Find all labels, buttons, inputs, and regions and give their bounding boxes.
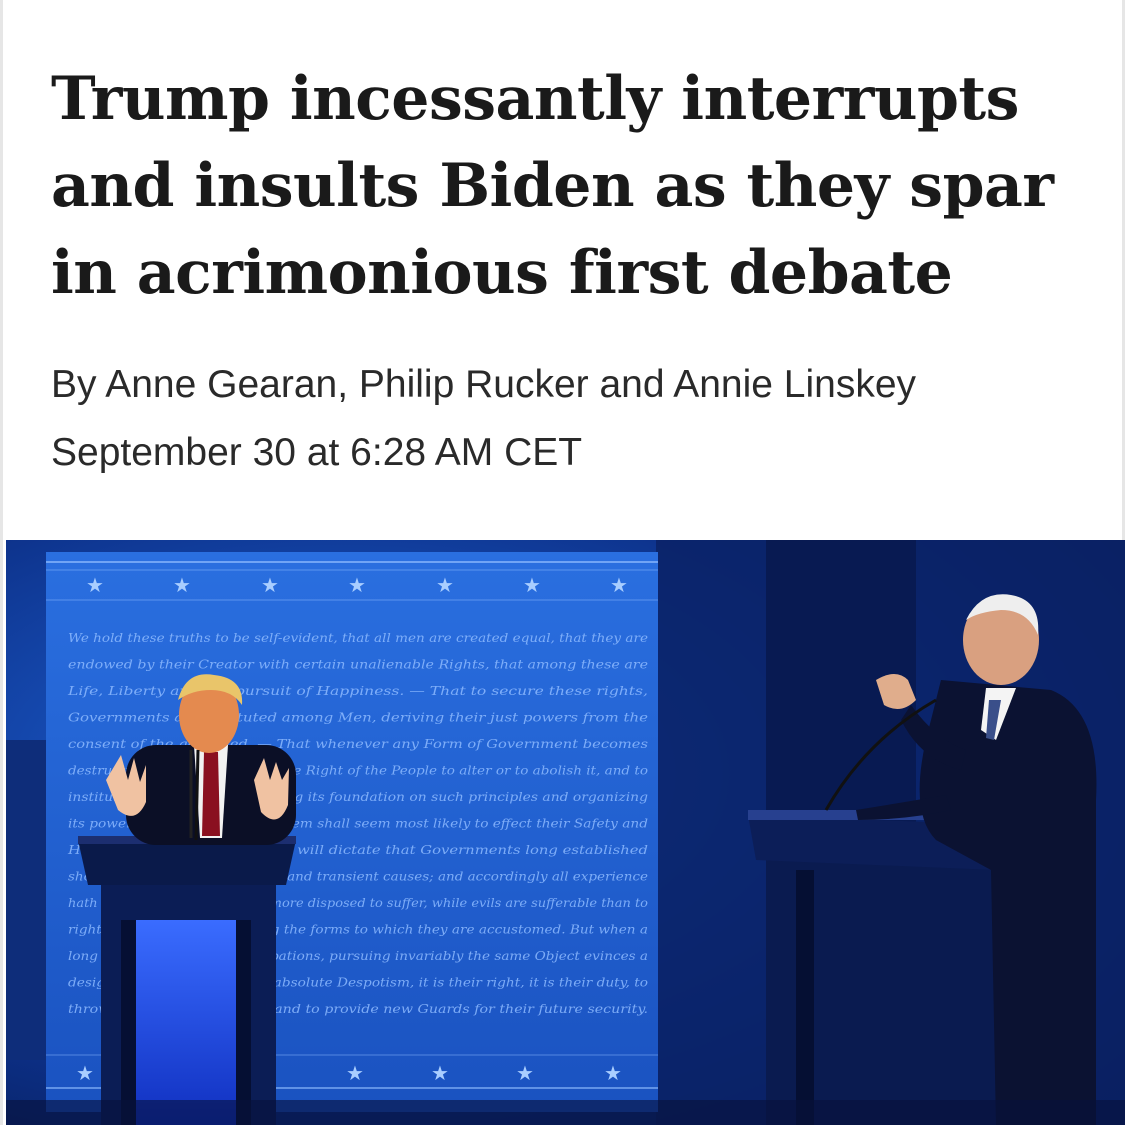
- article-timestamp: September 30 at 6:28 AM CET: [51, 431, 583, 474]
- backdrop-text-line: endowed by their Creator with certain un…: [68, 657, 648, 672]
- star-icon: ★: [346, 1061, 364, 1085]
- star-icon: ★: [261, 573, 279, 597]
- right-podium: [748, 810, 1006, 1125]
- star-icon: ★: [436, 573, 454, 597]
- backdrop-text-line: Life, Liberty and the pursuit of Happine…: [67, 683, 648, 698]
- article-byline: By Anne Gearan, Philip Rucker and Annie …: [51, 363, 917, 406]
- star-icon: ★: [76, 1061, 94, 1085]
- star-icon: ★: [523, 573, 541, 597]
- article-headline: Trump incessantly interrupts and insults…: [51, 64, 1054, 308]
- backdrop-text-line: Governments are instituted among Men, de…: [68, 710, 648, 725]
- star-icon: ★: [173, 573, 191, 597]
- star-icon: ★: [431, 1061, 449, 1085]
- star-icon: ★: [86, 573, 104, 597]
- star-icon: ★: [610, 573, 628, 597]
- star-icon: ★: [348, 573, 366, 597]
- star-icon: ★: [604, 1061, 622, 1085]
- article-page: Trump incessantly interrupts and insults…: [0, 0, 1125, 1125]
- debate-stage-photo: ★ ★ ★ ★ ★ ★ ★ ★ ★ ★ ★ ★ ★ ★ We hold: [6, 540, 1125, 1125]
- article-photo: ★ ★ ★ ★ ★ ★ ★ ★ ★ ★ ★ ★ ★ ★ We hold: [6, 540, 1125, 1125]
- backdrop-text-line: We hold these truths to be self-evident,…: [68, 630, 648, 645]
- left-podium: [78, 836, 296, 1125]
- star-icon: ★: [516, 1061, 534, 1085]
